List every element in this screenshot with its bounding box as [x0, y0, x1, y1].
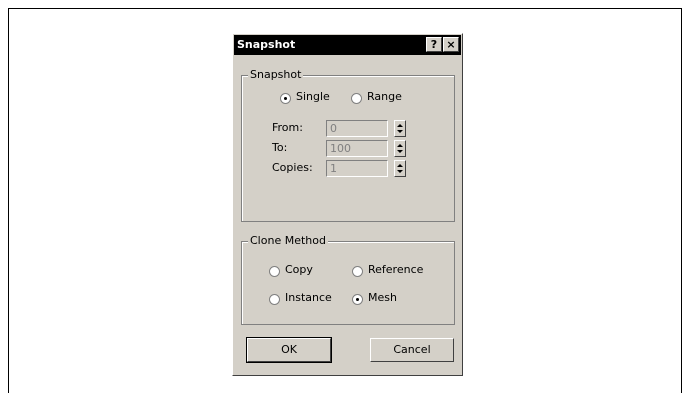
copies-label: Copies: [272, 161, 313, 174]
reference-radio[interactable] [352, 266, 363, 277]
to-field[interactable]: 100 [326, 140, 388, 157]
from-spinner[interactable] [394, 120, 406, 137]
mesh-radio[interactable] [352, 294, 363, 305]
to-label: To: [272, 141, 288, 154]
snapshot-dialog: Snapshot ? × Snapshot Single Range From:… [232, 33, 463, 376]
instance-label: Instance [285, 291, 332, 304]
ok-button[interactable]: OK [246, 337, 332, 363]
clone-method-group: Clone Method Copy Reference Instance Mes… [241, 234, 455, 325]
title-bar: Snapshot ? × [234, 35, 461, 55]
range-label: Range [367, 90, 402, 103]
copies-spinner[interactable] [394, 160, 406, 177]
copy-label: Copy [285, 263, 313, 276]
snapshot-group-legend: Snapshot [248, 68, 304, 81]
cancel-button[interactable]: Cancel [370, 338, 454, 362]
to-spinner[interactable] [394, 140, 406, 157]
dialog-title: Snapshot [237, 38, 296, 51]
copies-field[interactable]: 1 [326, 160, 388, 177]
close-button[interactable]: × [443, 37, 459, 52]
from-label: From: [272, 121, 303, 134]
single-label: Single [296, 90, 330, 103]
reference-label: Reference [368, 263, 424, 276]
range-radio[interactable] [351, 93, 362, 104]
mesh-label: Mesh [368, 291, 397, 304]
help-button[interactable]: ? [426, 37, 442, 52]
from-field[interactable]: 0 [326, 120, 388, 137]
instance-radio[interactable] [269, 294, 280, 305]
clone-method-legend: Clone Method [248, 234, 328, 247]
single-radio[interactable] [280, 93, 291, 104]
snapshot-group: Snapshot Single Range From: 0 To: 100 Co… [241, 68, 455, 222]
copy-radio[interactable] [269, 266, 280, 277]
